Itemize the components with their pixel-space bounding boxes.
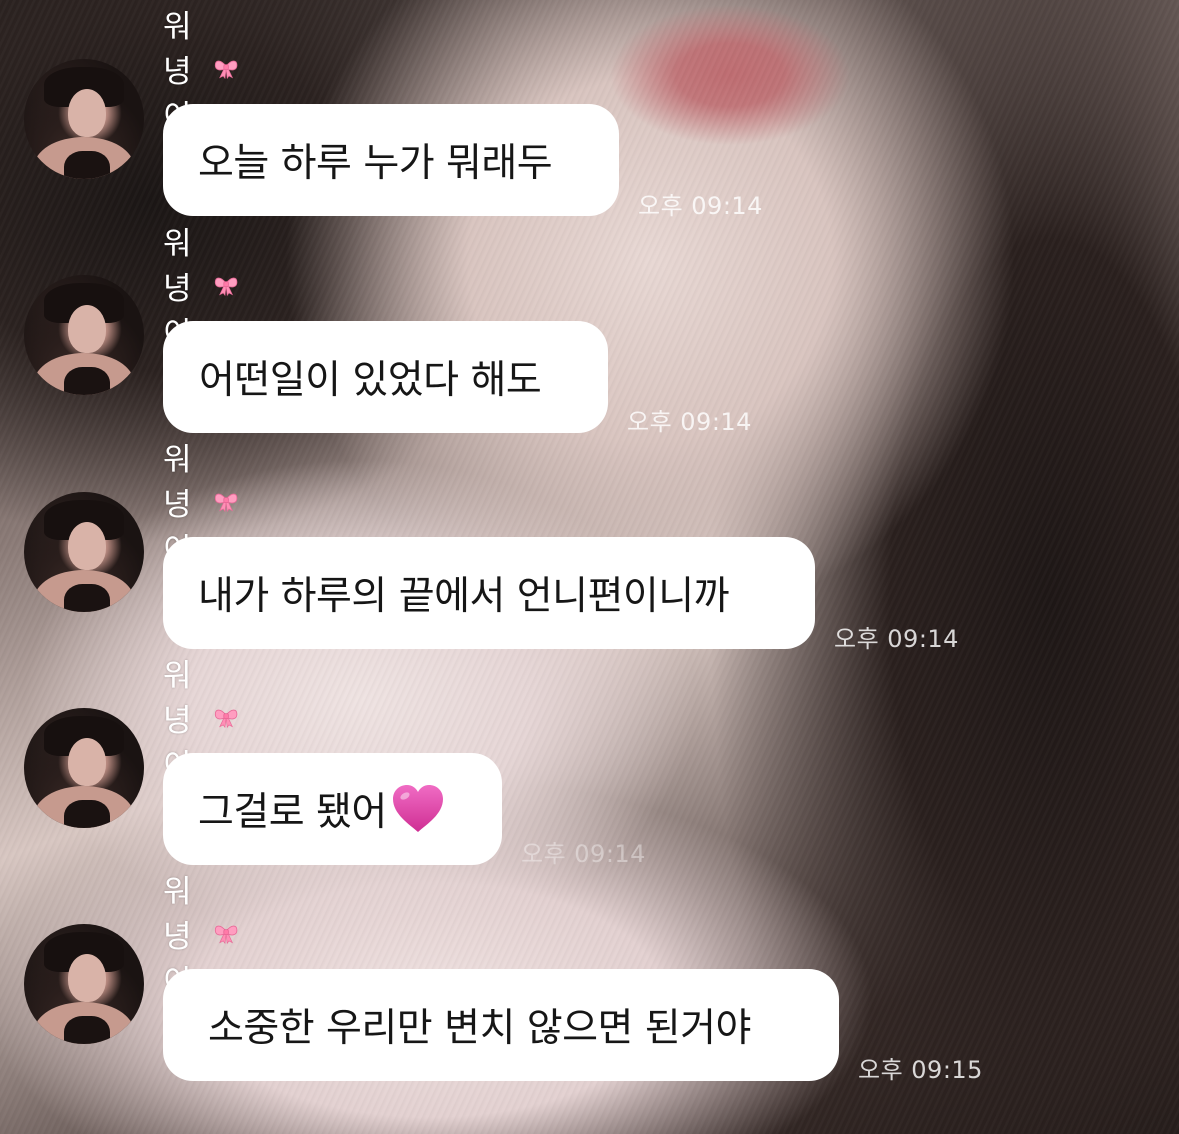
message-text: 소중한 우리만 변치 않으면 된거야 bbox=[208, 1006, 751, 1051]
sender-name: 워녕이 bbox=[163, 226, 239, 352]
message-text: 그걸로 됐어 bbox=[198, 790, 387, 835]
message-text: 어떤일이 있었다 해도 bbox=[199, 358, 542, 403]
message-bubble[interactable]: 오늘 하루 누가 뭐래두 bbox=[163, 104, 619, 216]
heart-icon bbox=[392, 785, 443, 832]
message-timestamp: 오후 09:14 bbox=[638, 192, 763, 220]
message-timestamp: 오후 09:14 bbox=[521, 840, 646, 868]
message-bubble[interactable]: 소중한 우리만 변치 않으면 된거야 bbox=[163, 969, 839, 1081]
ribbon-bow-icon bbox=[214, 709, 238, 729]
sender-name: 워녕이 bbox=[163, 874, 239, 1000]
sender-name: 워녕이 bbox=[163, 9, 239, 135]
message-timestamp: 오후 09:14 bbox=[627, 408, 752, 436]
avatar[interactable] bbox=[24, 59, 144, 179]
ribbon-bow-icon bbox=[214, 277, 238, 297]
sender-name: 워녕이 bbox=[163, 658, 239, 784]
avatar[interactable] bbox=[24, 708, 144, 828]
message-text: 내가 하루의 끝에서 언니편이니까 bbox=[198, 574, 730, 619]
ribbon-bow-icon bbox=[214, 925, 238, 945]
sender-name: 워녕이 bbox=[163, 442, 239, 568]
chat-thread: 워녕이 오늘 하루 누가 뭐래두 오후 09:14 워녕이 bbox=[0, 0, 1179, 1134]
avatar[interactable] bbox=[24, 492, 144, 612]
message-timestamp: 오후 09:14 bbox=[834, 625, 959, 653]
ribbon-bow-icon bbox=[214, 493, 238, 513]
message-bubble[interactable]: 내가 하루의 끝에서 언니편이니까 bbox=[163, 537, 815, 649]
avatar[interactable] bbox=[24, 275, 144, 395]
message-text: 오늘 하루 누가 뭐래두 bbox=[198, 141, 553, 186]
avatar[interactable] bbox=[24, 924, 144, 1044]
message-timestamp: 오후 09:15 bbox=[858, 1056, 983, 1084]
ribbon-bow-icon bbox=[214, 60, 238, 80]
message-bubble[interactable]: 그걸로 됐어 bbox=[163, 753, 502, 865]
message-bubble[interactable]: 어떤일이 있었다 해도 bbox=[163, 321, 608, 433]
